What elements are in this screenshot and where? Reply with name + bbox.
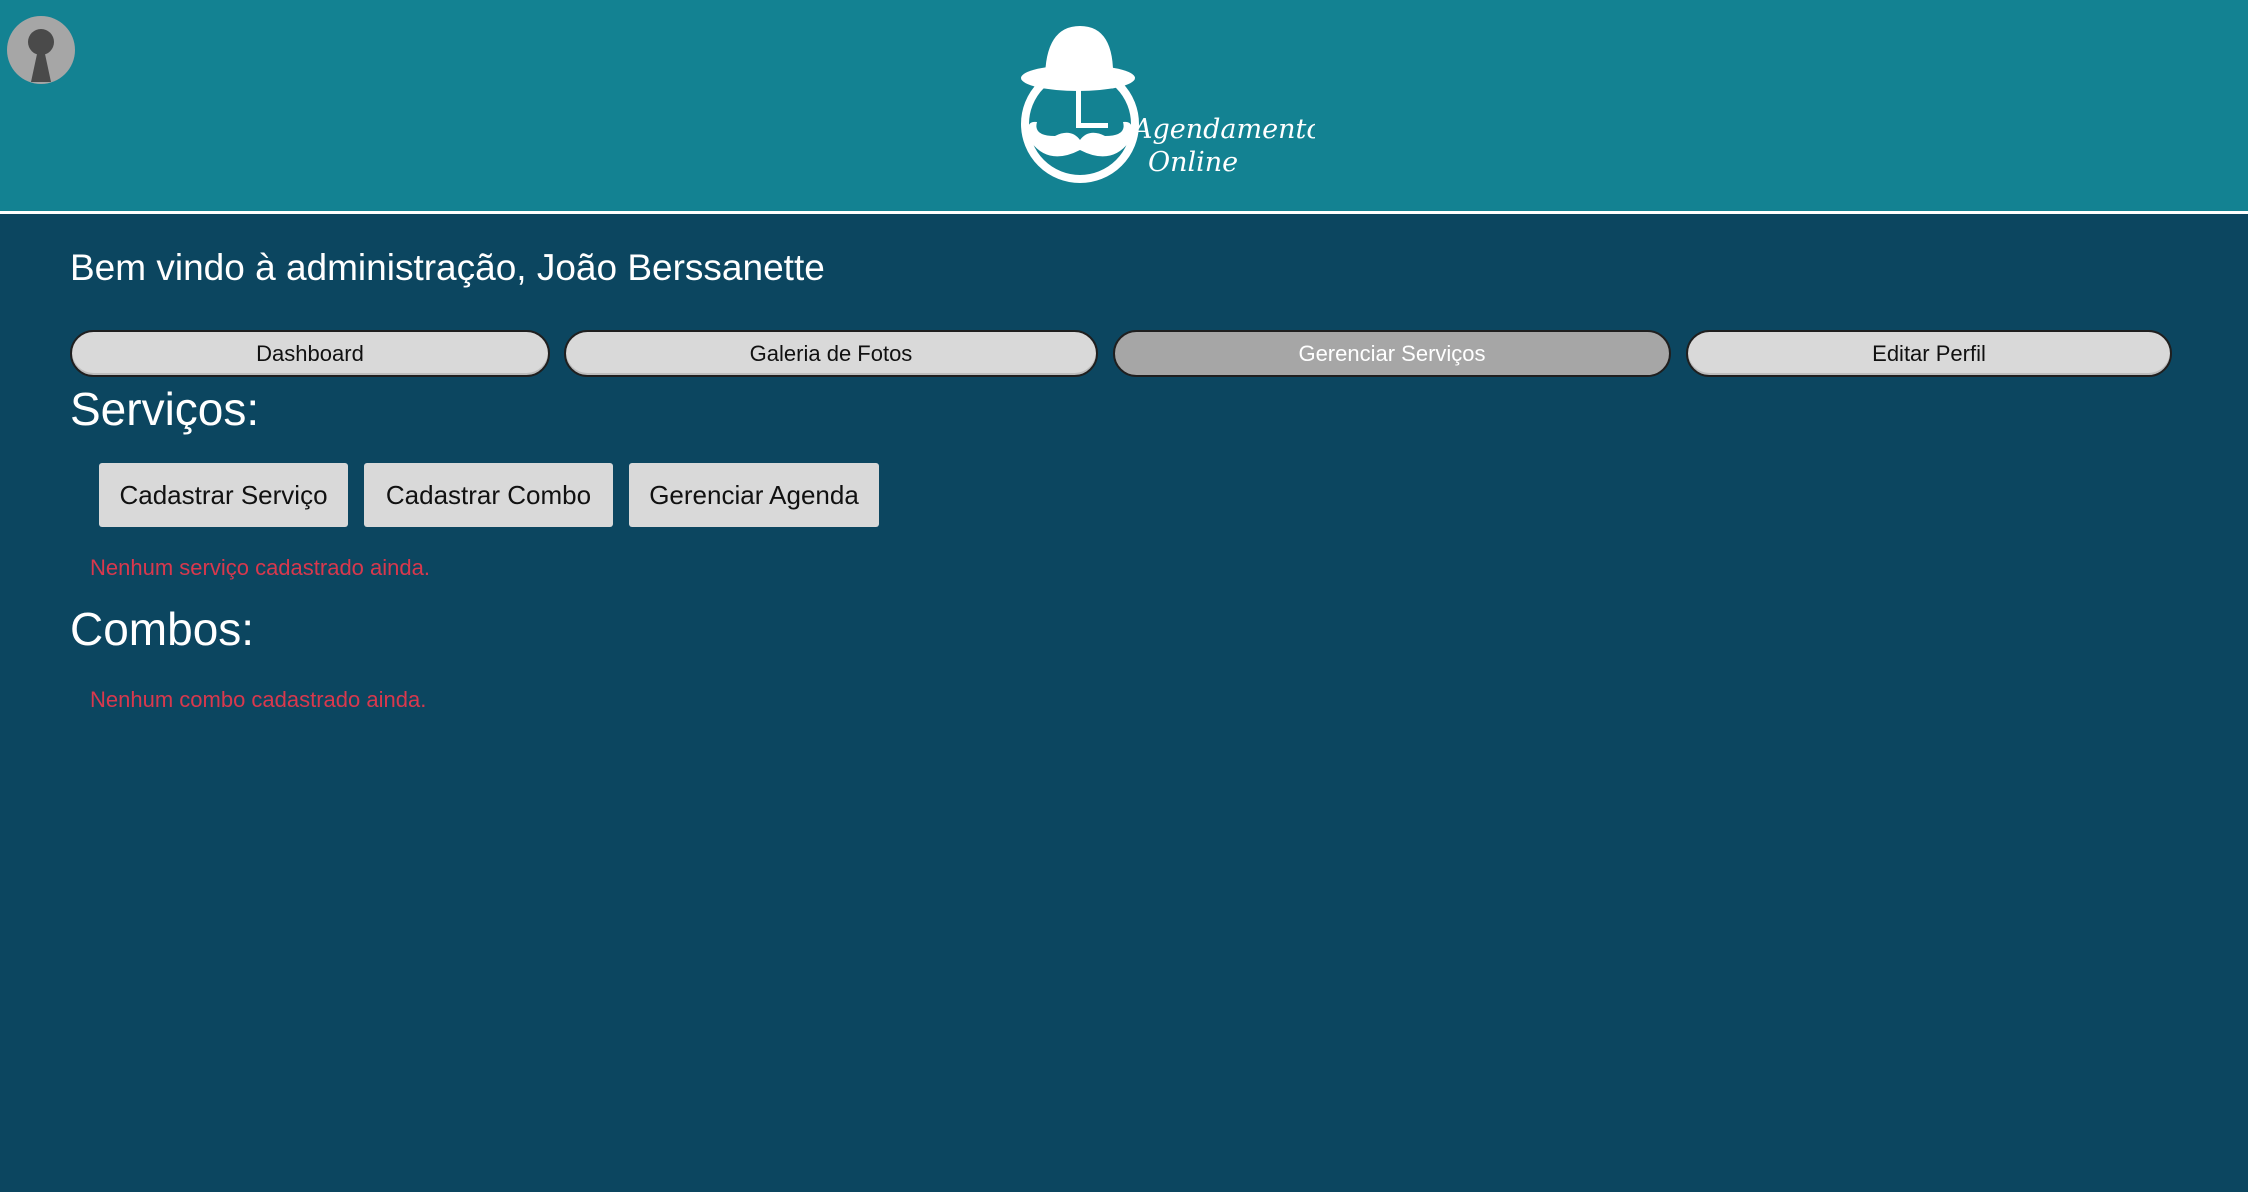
- user-avatar-icon[interactable]: [7, 16, 75, 84]
- cadastrar-servico-button[interactable]: Cadastrar Serviço: [99, 463, 348, 527]
- gerenciar-agenda-button[interactable]: Gerenciar Agenda: [629, 463, 879, 527]
- gentleman-bowler-hat-mustache-icon: [1021, 26, 1139, 183]
- cadastrar-combo-button[interactable]: Cadastrar Combo: [364, 463, 613, 527]
- tab-editar-perfil[interactable]: Editar Perfil: [1686, 330, 2172, 377]
- welcome-heading: Bem vindo à administração, João Berssane…: [70, 247, 825, 288]
- services-section-title: Serviços:: [70, 383, 260, 435]
- header: Agendamento Online: [0, 0, 2248, 214]
- combos-empty-message: Nenhum combo cadastrado ainda.: [90, 687, 427, 712]
- app-logo[interactable]: Agendamento Online: [1015, 24, 1315, 184]
- services-empty-message: Nenhum serviço cadastrado ainda.: [90, 555, 430, 580]
- tab-galeria-de-fotos[interactable]: Galeria de Fotos: [564, 330, 1098, 377]
- tab-gerenciar-servicos[interactable]: Gerenciar Serviços: [1113, 330, 1671, 377]
- combos-section-title: Combos:: [70, 603, 255, 655]
- logo-text-line1: Agendamento: [1130, 114, 1315, 145]
- logo-text-line2: Online: [1148, 147, 1238, 178]
- main-content: Bem vindo à administração, João Berssane…: [0, 217, 2248, 1192]
- tab-dashboard[interactable]: Dashboard: [70, 330, 550, 377]
